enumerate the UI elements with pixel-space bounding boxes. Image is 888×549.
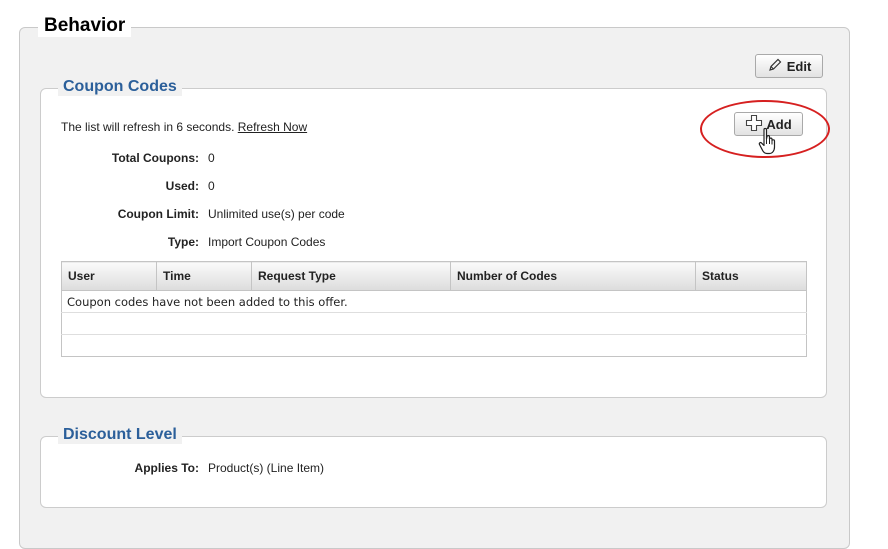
field-value: 0 (208, 179, 215, 193)
empty-row (61, 312, 807, 335)
field-row: Coupon Limit: Unlimited use(s) per code (61, 207, 561, 223)
applies-to-row: Applies To: Product(s) (Line Item) (40, 461, 540, 477)
hand-pointer-icon (757, 127, 779, 160)
field-label: Coupon Limit: (117, 207, 199, 221)
field-label: Total Coupons: (111, 151, 199, 165)
field-value: 0 (208, 151, 215, 165)
coupon-codes-title: Coupon Codes (58, 78, 182, 96)
edit-button-label: Edit (786, 58, 812, 74)
empty-row (61, 334, 807, 357)
field-label: Type: (167, 235, 199, 249)
refresh-text: The list will refresh in 6 seconds. (61, 120, 235, 134)
empty-message: Coupon codes have not been added to this… (61, 290, 807, 313)
table-row (61, 334, 807, 357)
field-label: Used: (165, 179, 199, 193)
refresh-now-link[interactable]: Refresh Now (238, 120, 307, 134)
field-row: Total Coupons: 0 (61, 151, 561, 167)
applies-to-value: Product(s) (Line Item) (208, 461, 325, 475)
column-header-user[interactable]: User (61, 261, 157, 291)
coupon-codes-table: User Time Request Type Number of Codes S… (61, 261, 807, 357)
column-header-time[interactable]: Time (156, 261, 252, 291)
table-row (61, 312, 807, 335)
refresh-notice: The list will refresh in 6 seconds. Refr… (61, 120, 307, 134)
field-row: Type: Import Coupon Codes (61, 235, 561, 251)
field-row: Used: 0 (61, 179, 561, 195)
column-header-number-of-codes[interactable]: Number of Codes (450, 261, 696, 291)
table-header-row: User Time Request Type Number of Codes S… (61, 261, 807, 291)
pencil-icon (767, 57, 783, 76)
edit-button[interactable]: Edit (755, 54, 823, 78)
applies-to-label: Applies To: (134, 461, 199, 475)
discount-level-title: Discount Level (58, 426, 182, 444)
field-value: Import Coupon Codes (208, 235, 326, 249)
behavior-title: Behavior (38, 15, 132, 37)
table-row: Coupon codes have not been added to this… (61, 290, 807, 313)
column-header-request-type[interactable]: Request Type (251, 261, 451, 291)
column-header-status[interactable]: Status (695, 261, 807, 291)
field-value: Unlimited use(s) per code (208, 207, 345, 221)
